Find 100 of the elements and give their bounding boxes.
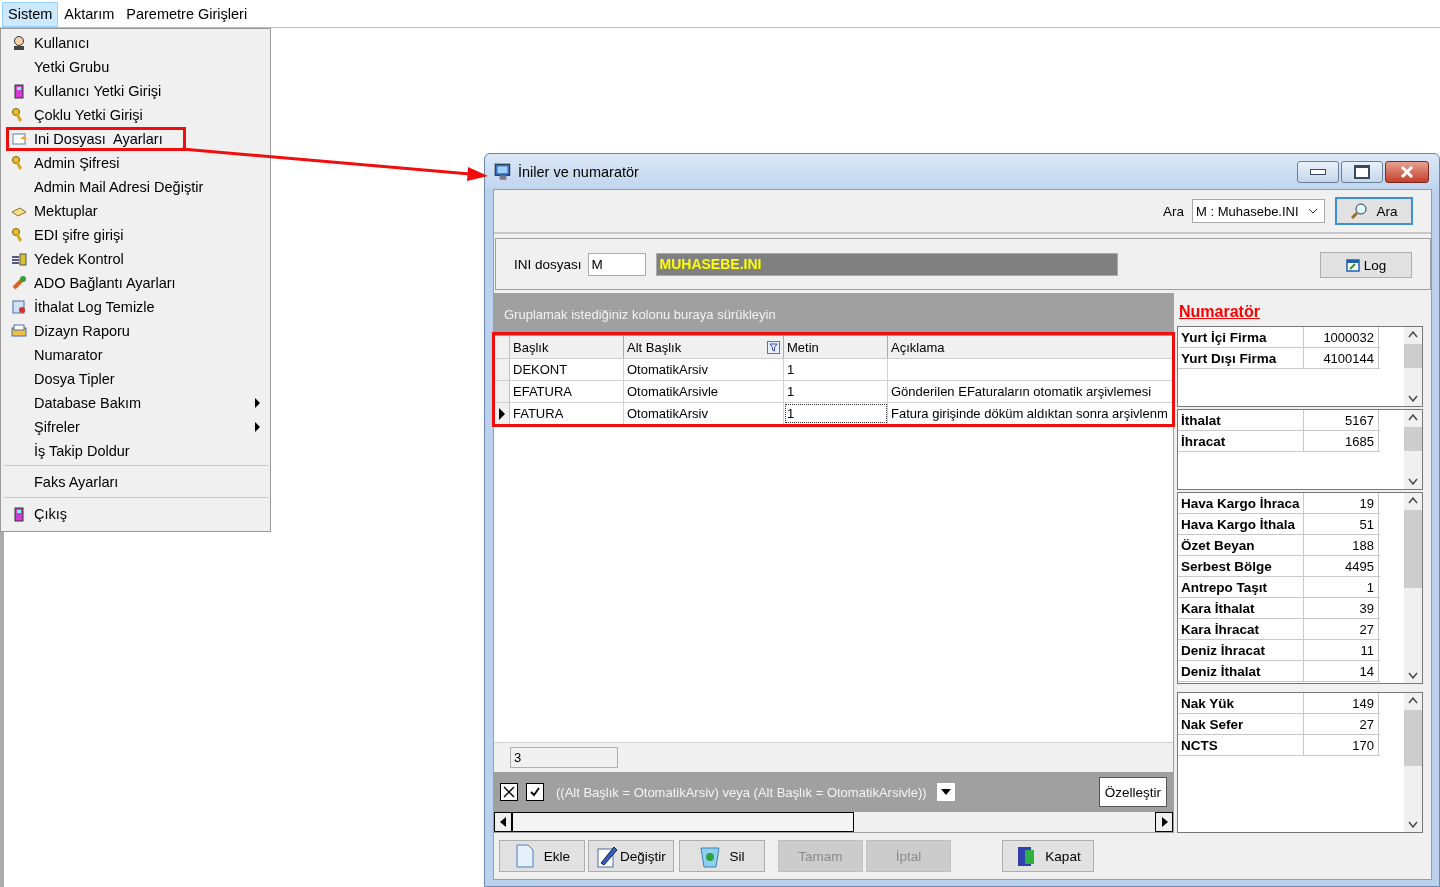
table-cell: 1: [784, 381, 888, 402]
chevron-down-icon: [1308, 208, 1318, 214]
window-title: İniler ve numaratör: [518, 163, 639, 180]
menu-item[interactable]: İş Takip Doldur: [3, 439, 268, 463]
chevron-down-icon[interactable]: [1408, 821, 1418, 828]
counter-name: Deniz İthalat: [1178, 661, 1304, 681]
counter-name: Antrepo Taşıt: [1178, 577, 1304, 597]
clear-filter-button[interactable]: [500, 783, 518, 801]
filter-checkbox[interactable]: [526, 783, 544, 801]
filter-dropdown-button[interactable]: [936, 783, 955, 801]
table-cell: OtomatikArsiv: [624, 403, 784, 424]
chevron-up-icon[interactable]: [1408, 497, 1418, 504]
filter-expression: ((Alt Başlık = OtomatikArsiv) veya (Alt Başlık = OtomatikArsivle)): [556, 784, 927, 800]
menu-item[interactable]: Numarator: [3, 343, 268, 367]
pencil-icon: [596, 844, 619, 868]
counter-name: Yurt İçi Firma: [1178, 327, 1304, 347]
filter-icon[interactable]: [767, 340, 780, 354]
menu-item[interactable]: Şifreler: [3, 415, 268, 439]
chevron-down-icon[interactable]: [1408, 395, 1418, 402]
counter-value: 51: [1304, 514, 1379, 534]
menu-item[interactable]: Kullanıcı Yetki Girişi: [3, 79, 268, 103]
vertical-scrollbar[interactable]: [1404, 693, 1422, 832]
column-header[interactable]: Başlık: [510, 336, 624, 358]
column-header[interactable]: Açıklama: [888, 336, 1173, 358]
menu-bar-item[interactable]: Sistem: [2, 2, 59, 27]
search-button[interactable]: Ara: [1335, 197, 1413, 225]
action-button[interactable]: Ekle: [499, 840, 585, 872]
counter-name: Nak Sefer: [1178, 714, 1304, 734]
counter-value: 39: [1304, 598, 1379, 618]
submenu-arrow-icon: [255, 398, 260, 408]
menu-item[interactable]: Mektuplar: [3, 199, 268, 223]
menu-item[interactable]: İthalat Log Temizle: [3, 295, 268, 319]
menu-item[interactable]: Faks Ayarları: [3, 465, 268, 495]
horizontal-scrollbar[interactable]: [494, 812, 1173, 832]
minimize-button[interactable]: [1297, 160, 1339, 183]
counter-name: Kara İthalat: [1178, 598, 1304, 618]
vertical-scrollbar[interactable]: [1404, 493, 1422, 683]
maximize-button[interactable]: [1341, 160, 1383, 183]
customize-button[interactable]: Özelleştir: [1098, 777, 1167, 807]
menu-item[interactable]: Kullanıcı: [3, 31, 268, 55]
table-cell: OtomatikArsivle: [624, 381, 784, 402]
vertical-scrollbar[interactable]: [1404, 327, 1422, 406]
counter-name: Hava Kargo İthala: [1178, 514, 1304, 534]
menu-bar-item[interactable]: Aktarım: [58, 2, 121, 27]
menu-item[interactable]: Ini Dosyası Ayarları: [6, 127, 186, 151]
chevron-down-icon[interactable]: [1408, 478, 1418, 485]
counter-value: 1000032: [1304, 327, 1379, 347]
doc-icon: [513, 844, 536, 868]
menu-item[interactable]: Yedek Kontrol: [3, 247, 268, 271]
counter-value: 1: [1304, 577, 1379, 597]
close-icon: [503, 786, 515, 798]
menu-item[interactable]: EDI şifre girişi: [3, 223, 268, 247]
close-button[interactable]: [1385, 160, 1429, 183]
menu-item[interactable]: ADO Bağlantı Ayarları: [3, 271, 268, 295]
table-cell-text: Fatura girişinde döküm aldıktan sonra arşivlenm: [890, 405, 1169, 423]
counter-value: 5167: [1304, 410, 1379, 430]
menu-item[interactable]: Database Bakım: [3, 391, 268, 415]
menu-item[interactable]: Admin Mail Adresi Değiştir: [3, 175, 268, 199]
action-button[interactable]: Kapat: [1002, 840, 1094, 872]
ini-file-label: INI dosyası: [514, 256, 582, 272]
counter-name: Kara İhracat: [1178, 619, 1304, 639]
action-button[interactable]: Sil: [679, 840, 765, 872]
table-cell: DEKONT: [510, 359, 624, 380]
counter-value: 14: [1304, 661, 1379, 681]
counter-value: 19: [1304, 493, 1379, 513]
chevron-up-icon[interactable]: [1408, 414, 1418, 421]
counter-name: İthalat: [1178, 410, 1304, 430]
table-cell: 1: [784, 359, 888, 380]
counter-value: 4495: [1304, 556, 1379, 576]
chevron-up-icon[interactable]: [1408, 697, 1418, 704]
chevron-up-icon[interactable]: [1408, 331, 1418, 338]
log-button[interactable]: Log: [1320, 252, 1412, 278]
menu-item[interactable]: Çoklu Yetki Girişi: [3, 103, 268, 127]
submenu-arrow-icon: [255, 422, 260, 432]
vertical-scrollbar[interactable]: [1404, 410, 1422, 489]
numerator-title: Numaratör: [1179, 303, 1261, 321]
menu-item[interactable]: Dizayn Raporu: [3, 319, 268, 343]
action-button[interactable]: Değiştir: [588, 840, 674, 872]
menu-item[interactable]: Çıkış: [3, 497, 268, 527]
counter-value: 27: [1304, 714, 1379, 734]
check-icon: [529, 786, 541, 798]
bin-icon: [699, 844, 722, 868]
column-header[interactable]: Metin: [784, 336, 888, 358]
menu-bar-item[interactable]: Paremetre Girişleri: [120, 2, 254, 27]
menu-item[interactable]: Admin Şifresi: [3, 151, 268, 175]
counter-name: Nak Yük: [1178, 693, 1304, 713]
counter-name: Özet Beyan: [1178, 535, 1304, 555]
ini-code-field[interactable]: M: [587, 252, 646, 276]
menu-item[interactable]: Dosya Tipler: [3, 367, 268, 391]
counter-name: Yurt Dışı Firma: [1178, 348, 1304, 368]
counter-value: 149: [1304, 693, 1379, 713]
row-indicator[interactable]: [494, 403, 510, 424]
column-header[interactable]: Alt Başlık: [624, 336, 784, 358]
counter-value: 11: [1304, 640, 1379, 660]
menu-item[interactable]: Yetki Grubu: [3, 55, 268, 79]
search-label: Ara: [1163, 203, 1184, 219]
group-hint: Gruplamak istediğiniz kolonu buraya sürükleyin: [504, 306, 776, 322]
ini-dropdown[interactable]: M : Muhasebe.INI: [1192, 199, 1325, 223]
table-cell: EFATURA: [510, 381, 624, 402]
chevron-down-icon[interactable]: [1408, 672, 1418, 679]
